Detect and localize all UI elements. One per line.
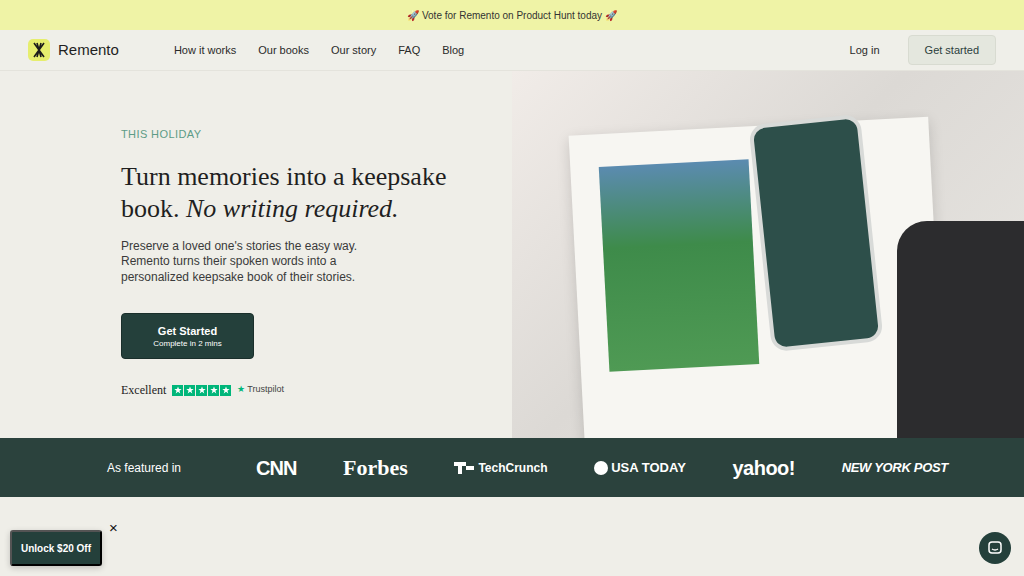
- brand-link[interactable]: Remento: [28, 39, 119, 62]
- logo-text: Forbes: [343, 455, 408, 480]
- remento-logo-icon: [28, 39, 50, 61]
- usa-today-dot-icon: [594, 461, 608, 475]
- logo-text: TechCrunch: [478, 459, 547, 477]
- description-line: Remento turns their spoken words into a: [121, 254, 482, 270]
- promo-banner[interactable]: 🚀 Vote for Remento on Product Hunt today…: [0, 0, 1024, 30]
- button-label[interactable]: Get Started: [158, 324, 217, 338]
- hero-get-started-button[interactable]: Get Started Complete in 2 mins: [121, 313, 254, 359]
- chat-icon: [987, 540, 1003, 556]
- star-icon: [220, 385, 231, 396]
- logo-text: NEW YORK POST: [842, 460, 948, 475]
- featured-label: As featured in: [107, 459, 181, 477]
- techcrunch-mark-icon: [454, 459, 474, 477]
- login-link[interactable]: Log in: [850, 42, 880, 59]
- logo-text: USA TODAY: [611, 458, 686, 478]
- star-icon: [172, 385, 183, 396]
- eyebrow: THIS HOLIDAY: [121, 126, 482, 143]
- nav-link[interactable]: Blog: [442, 42, 464, 59]
- discount-button[interactable]: Unlock $20 Off: [10, 530, 102, 566]
- rating-label: Excellent: [121, 381, 166, 399]
- description-line: Preserve a loved one's stories the easy …: [121, 239, 482, 255]
- press-logo: NEW YORK POST: [842, 458, 948, 478]
- star-icon: [184, 385, 195, 396]
- chat-button[interactable]: [979, 532, 1011, 564]
- star-icon: [196, 385, 207, 396]
- nav-link[interactable]: Our story: [331, 42, 376, 59]
- trustpilot-star-icon: ★: [237, 384, 245, 394]
- press-logo: yahoo!: [732, 453, 795, 483]
- top-nav: Remento How it works Our books Our story FA…: [0, 30, 1024, 71]
- star-icon: [208, 385, 219, 396]
- featured-strip: As featured in CNN Forbes TechCrunch USA TO…: [0, 438, 1024, 497]
- hero: THIS HOLIDAY Turn memories into a keepsa…: [0, 71, 1024, 438]
- logo-text: yahoo!: [732, 457, 795, 479]
- press-logo: Forbes: [343, 451, 408, 484]
- get-started-button[interactable]: Get started: [908, 35, 996, 66]
- hero-text: THIS HOLIDAY Turn memories into a keepsa…: [0, 71, 512, 438]
- title-italic: No writing required.: [186, 194, 399, 223]
- nav-link[interactable]: FAQ: [398, 42, 420, 59]
- button-sublabel[interactable]: Complete in 2 mins: [153, 338, 221, 349]
- rating-stars: [172, 385, 231, 396]
- hero-title: Turn memories into a keepsake book. No w…: [121, 161, 471, 225]
- nav-link[interactable]: Our books: [258, 42, 309, 59]
- trustpilot-rating[interactable]: Excellent ★Trustpilot: [121, 381, 482, 399]
- press-logo: TechCrunch: [454, 459, 547, 477]
- press-logos: CNN Forbes TechCrunch USA TODAY yahoo! NEW YO…: [256, 451, 948, 484]
- hero-photo: [512, 71, 1024, 438]
- close-promo-button[interactable]: ×: [107, 519, 120, 537]
- banner-text[interactable]: 🚀 Vote for Remento on Product Hunt today…: [407, 8, 617, 23]
- trustpilot-name: Trustpilot: [247, 384, 284, 394]
- logo-text: CNN: [256, 457, 296, 479]
- nav-links: How it works Our books Our story FAQ Blog: [174, 42, 464, 59]
- press-logo: USA TODAY: [594, 458, 686, 478]
- hero-description: Preserve a loved one's stories the easy …: [121, 239, 482, 286]
- press-logo: CNN: [256, 453, 296, 483]
- nav-link[interactable]: How it works: [174, 42, 236, 59]
- brand-name[interactable]: Remento: [58, 39, 119, 62]
- description-line: personalized keepsake book of their stor…: [121, 270, 482, 286]
- trustpilot-label: ★Trustpilot: [237, 383, 284, 397]
